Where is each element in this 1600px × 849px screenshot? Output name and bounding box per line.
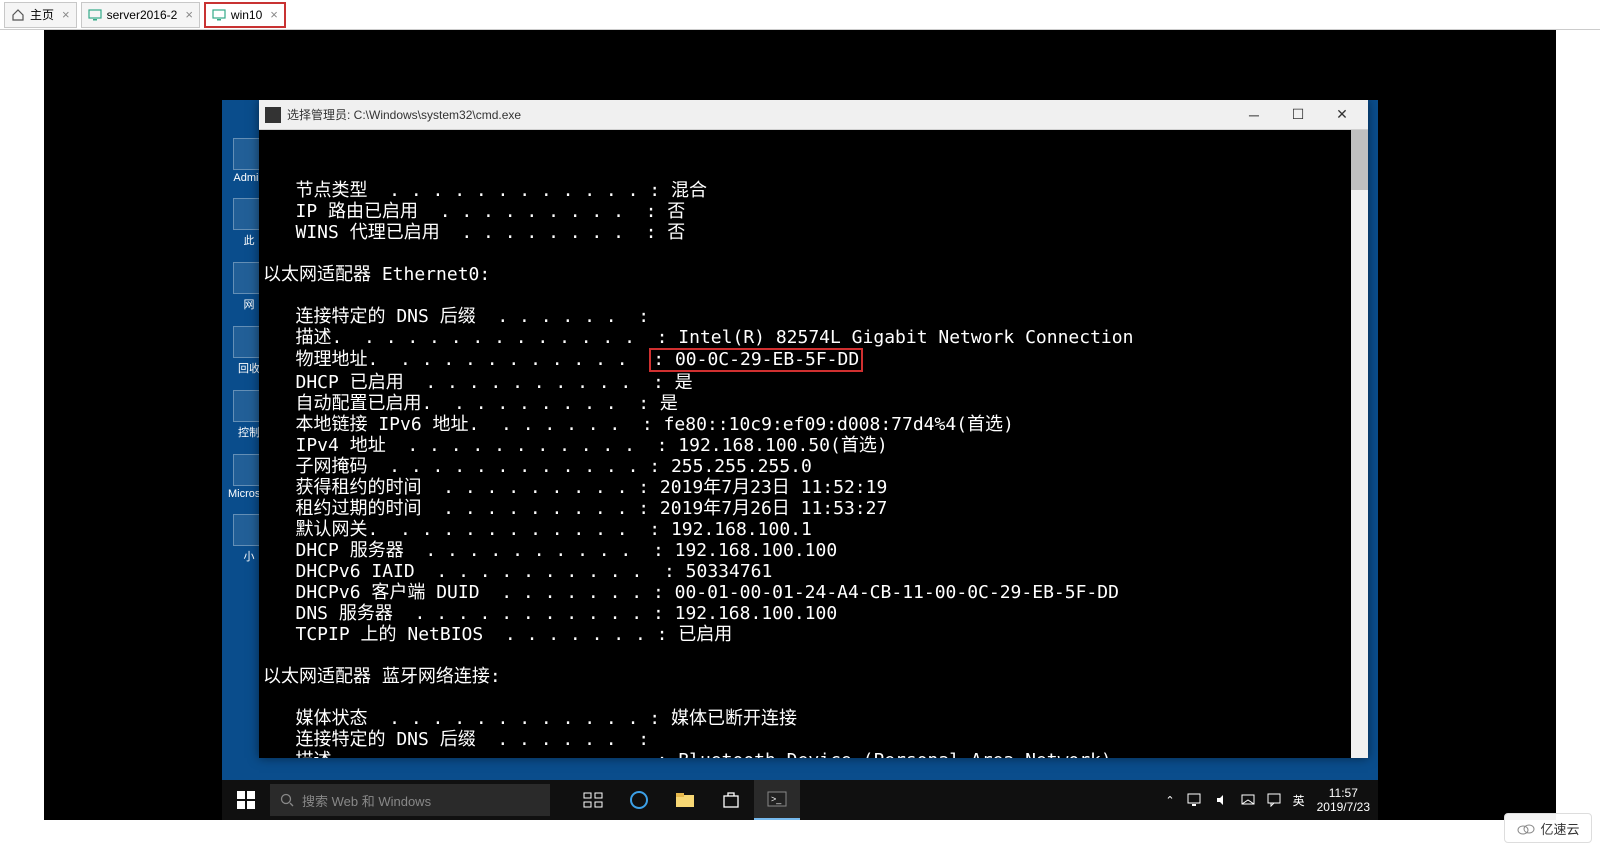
- cloud-icon: [1516, 821, 1536, 835]
- cmd-line: 媒体状态 . . . . . . . . . . . . : 媒体已断开连接: [259, 708, 1368, 729]
- cmd-window: 选择管理员: C:\Windows\system32\cmd.exe ─ ☐ ✕…: [259, 100, 1368, 758]
- search-input[interactable]: 搜索 Web 和 Windows: [270, 784, 550, 816]
- tab-label: win10: [231, 8, 262, 22]
- cmd-line: 物理地址. . . . . . . . . . . . : 00-0C-29-E…: [259, 348, 1368, 372]
- close-icon[interactable]: ×: [62, 7, 70, 22]
- cmd-output[interactable]: 节点类型 . . . . . . . . . . . . : 混合 IP 路由已…: [259, 130, 1368, 758]
- cmd-title: 选择管理员: C:\Windows\system32\cmd.exe: [287, 106, 521, 123]
- cmd-line: WINS 代理已启用 . . . . . . . . : 否: [259, 222, 1368, 243]
- action-center-icon[interactable]: [1267, 793, 1281, 807]
- tab-bar: 主页 × server2016-2 × win10 ×: [0, 0, 1600, 30]
- network-icon[interactable]: [1187, 793, 1203, 807]
- cmd-line: DNS 服务器 . . . . . . . . . . . : 192.168.…: [259, 603, 1368, 624]
- maximize-button[interactable]: ☐: [1276, 101, 1320, 129]
- cmd-line: 租约过期的时间 . . . . . . . . . : 2019年7月26日 1…: [259, 498, 1368, 519]
- tab-label: server2016-2: [107, 8, 178, 22]
- watermark-text: 亿速云: [1540, 819, 1579, 838]
- cmd-line: 连接特定的 DNS 后缀 . . . . . . :: [259, 306, 1368, 327]
- cmd-line: 描述. . . . . . . . . . . . . . : Intel(R)…: [259, 327, 1368, 348]
- search-placeholder: 搜索 Web 和 Windows: [302, 791, 431, 810]
- search-icon: [280, 793, 294, 807]
- taskbar: 搜索 Web 和 Windows >_: [222, 780, 1378, 820]
- windows-icon: [237, 791, 255, 809]
- highlighted-mac: : 00-0C-29-EB-5F-DD: [649, 348, 863, 372]
- system-tray: ⌃ 英 11:57 2019/7/23: [1165, 786, 1378, 814]
- cmd-line: 描述. . . . . . . . . . . . . . : Bluetoot…: [259, 750, 1368, 758]
- task-view-icon[interactable]: [570, 780, 616, 820]
- cmd-line: DHCP 已启用 . . . . . . . . . . : 是: [259, 372, 1368, 393]
- cmd-line: 获得租约的时间 . . . . . . . . . : 2019年7月23日 1…: [259, 477, 1368, 498]
- home-icon: [11, 8, 25, 22]
- file-explorer-icon[interactable]: [662, 780, 708, 820]
- minimize-button[interactable]: ─: [1232, 101, 1276, 129]
- cmd-line: DHCPv6 客户端 DUID . . . . . . . : 00-01-00…: [259, 582, 1368, 603]
- svg-text:>_: >_: [771, 794, 782, 804]
- cmd-line: 节点类型 . . . . . . . . . . . . : 混合: [259, 180, 1368, 201]
- start-button[interactable]: [222, 780, 270, 820]
- tray-overflow-icon[interactable]: ⌃: [1165, 794, 1174, 807]
- close-icon[interactable]: ×: [270, 7, 278, 22]
- cmd-icon: [265, 107, 281, 123]
- watermark-logo: 亿速云: [1504, 813, 1592, 843]
- vm-icon: [212, 8, 226, 22]
- cmd-titlebar[interactable]: 选择管理员: C:\Windows\system32\cmd.exe ─ ☐ ✕: [259, 100, 1368, 130]
- tab-label: 主页: [30, 6, 54, 23]
- cmd-line: 本地链接 IPv6 地址. . . . . . . : fe80::10c9:e…: [259, 414, 1368, 435]
- close-button[interactable]: ✕: [1320, 101, 1364, 129]
- win10-desktop[interactable]: Admin 此 网 回收 控制 Micros Ed 小 选择管理员: C:\Wi…: [222, 100, 1378, 820]
- ime-indicator[interactable]: 英: [1293, 792, 1305, 809]
- clock[interactable]: 11:57 2019/7/23: [1317, 786, 1370, 814]
- tab-server2016-2[interactable]: server2016-2 ×: [81, 2, 200, 28]
- cmd-line: 自动配置已启用. . . . . . . . . : 是: [259, 393, 1368, 414]
- taskbar-apps: >_: [570, 780, 800, 820]
- cmd-line: IPv4 地址 . . . . . . . . . . . : 192.168.…: [259, 435, 1368, 456]
- cmd-section-header: 以太网适配器 Ethernet0:: [259, 264, 1368, 285]
- volume-icon[interactable]: [1215, 793, 1229, 807]
- store-icon[interactable]: [708, 780, 754, 820]
- cmd-line: 子网掩码 . . . . . . . . . . . . : 255.255.2…: [259, 456, 1368, 477]
- cmd-line: IP 路由已启用 . . . . . . . . . : 否: [259, 201, 1368, 222]
- vm-icon: [88, 8, 102, 22]
- cmd-section-header: 以太网适配器 蓝牙网络连接:: [259, 666, 1368, 687]
- cmd-line: 默认网关. . . . . . . . . . . . : 192.168.10…: [259, 519, 1368, 540]
- cmd-line: DHCPv6 IAID . . . . . . . . . . : 503347…: [259, 561, 1368, 582]
- cmd-line: DHCP 服务器 . . . . . . . . . . : 192.168.1…: [259, 540, 1368, 561]
- tab-win10[interactable]: win10 ×: [204, 2, 286, 28]
- notifications-icon[interactable]: [1241, 793, 1255, 807]
- tab-home[interactable]: 主页 ×: [4, 2, 77, 28]
- edge-icon[interactable]: [616, 780, 662, 820]
- cmd-line: TCPIP 上的 NetBIOS . . . . . . . : 已启用: [259, 624, 1368, 645]
- vm-display: Admin 此 网 回收 控制 Micros Ed 小 选择管理员: C:\Wi…: [44, 30, 1556, 820]
- clock-date: 2019/7/23: [1317, 800, 1370, 814]
- close-icon[interactable]: ×: [185, 7, 193, 22]
- cmd-line: 连接特定的 DNS 后缀 . . . . . . :: [259, 729, 1368, 750]
- scrollbar[interactable]: [1351, 130, 1368, 758]
- clock-time: 11:57: [1317, 786, 1370, 800]
- cmd-taskbar-icon[interactable]: >_: [754, 780, 800, 820]
